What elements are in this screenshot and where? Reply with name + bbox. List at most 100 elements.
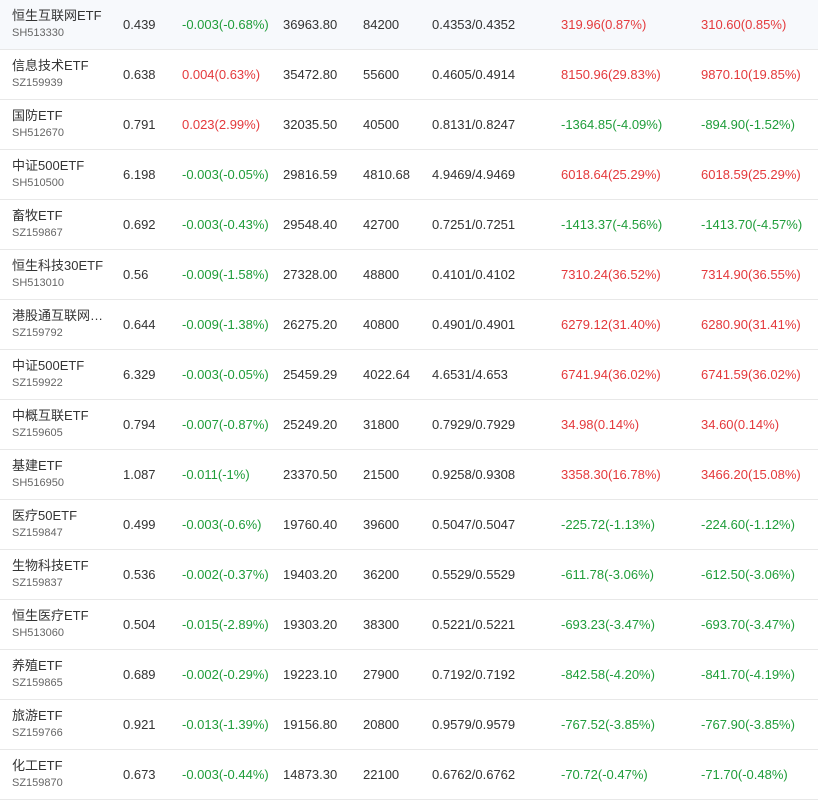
table-row[interactable]: 中概互联ETF SZ159605 0.794 -0.007(-0.87%) 25… [0, 400, 818, 450]
bid-ask-price: 0.4353/0.4352 [432, 17, 516, 32]
bid-ask-price: 0.9258/0.9308 [432, 467, 516, 482]
table-row[interactable]: 化工ETF SZ159870 0.673 -0.003(-0.44%) 1487… [0, 750, 818, 800]
share-change-1: 3358.30(16.78%) [561, 467, 661, 482]
table-row[interactable]: 中证500ETF SZ159922 6.329 -0.003(-0.05%) 2… [0, 350, 818, 400]
latest-price: 6.198 [123, 167, 156, 182]
fund-name-link[interactable]: 中证500ETF [12, 157, 112, 174]
table-row[interactable]: 国防ETF SH512670 0.791 0.023(2.99%) 32035.… [0, 100, 818, 150]
fund-code: SZ159605 [12, 427, 63, 439]
latest-price: 0.689 [123, 667, 156, 682]
price-change: -0.003(-0.6%) [182, 517, 262, 532]
fund-code: SH513010 [12, 277, 64, 289]
turnover-amount: 35472.80 [283, 67, 338, 82]
table-row[interactable]: 医疗50ETF SZ159847 0.499 -0.003(-0.6%) 197… [0, 500, 818, 550]
share-change-2: 6018.59(25.29%) [701, 167, 801, 182]
share-change-2: 34.60(0.14%) [701, 417, 780, 432]
turnover-amount: 27328.00 [283, 267, 338, 282]
latest-price: 0.692 [123, 217, 156, 232]
share-change-2: -71.70(-0.48%) [701, 767, 788, 782]
fund-name-link[interactable]: 恒生科技30ETF [12, 257, 112, 274]
turnover-amount: 19303.20 [283, 617, 338, 632]
share-change-2: -841.70(-4.19%) [701, 667, 795, 682]
fund-name-link[interactable]: 养殖ETF [12, 657, 112, 674]
table-row[interactable]: 中证500ETF SH510500 6.198 -0.003(-0.05%) 2… [0, 150, 818, 200]
share-change-1: -767.52(-3.85%) [561, 717, 655, 732]
bid-ask-price: 0.6762/0.6762 [432, 767, 516, 782]
latest-price: 0.504 [123, 617, 156, 632]
fund-name-link[interactable]: 港股通互联网… [12, 307, 112, 324]
share-volume: 21500 [363, 467, 400, 482]
fund-name-cell: 中证500ETF SZ159922 [12, 357, 112, 391]
fund-name-cell: 中概互联ETF SZ159605 [12, 407, 112, 441]
price-change: -0.003(-0.05%) [182, 167, 269, 182]
fund-name-link[interactable]: 畜牧ETF [12, 207, 112, 224]
fund-name-link[interactable]: 旅游ETF [12, 707, 112, 724]
share-change-2: -224.60(-1.12%) [701, 517, 795, 532]
fund-name-link[interactable]: 恒生互联网ETF [12, 7, 112, 24]
fund-name-cell: 恒生互联网ETF SH513330 [12, 7, 112, 41]
fund-name-link[interactable]: 生物科技ETF [12, 557, 112, 574]
fund-name-link[interactable]: 中概互联ETF [12, 407, 112, 424]
fund-name-link[interactable]: 医疗50ETF [12, 507, 112, 524]
latest-price: 0.673 [123, 767, 156, 782]
fund-code: SZ159939 [12, 77, 63, 89]
price-change: -0.013(-1.39%) [182, 717, 269, 732]
fund-name-cell: 中证500ETF SH510500 [12, 157, 112, 191]
share-change-1: -1364.85(-4.09%) [561, 117, 663, 132]
fund-name-cell: 化工ETF SZ159870 [12, 757, 112, 791]
bid-ask-price: 0.5529/0.5529 [432, 567, 516, 582]
fund-code: SH516950 [12, 477, 64, 489]
table-row[interactable]: 恒生互联网ETF SH513330 0.439 -0.003(-0.68%) 3… [0, 0, 818, 50]
fund-name-cell: 国防ETF SH512670 [12, 107, 112, 141]
latest-price: 0.499 [123, 517, 156, 532]
fund-code: SZ159837 [12, 577, 63, 589]
latest-price: 0.921 [123, 717, 156, 732]
fund-name-link[interactable]: 恒生医疗ETF [12, 607, 112, 624]
share-change-2: -767.90(-3.85%) [701, 717, 795, 732]
price-change: 0.023(2.99%) [182, 117, 261, 132]
turnover-amount: 36963.80 [283, 17, 338, 32]
share-change-1: 6018.64(25.29%) [561, 167, 661, 182]
table-row[interactable]: 基建ETF SH516950 1.087 -0.011(-1%) 23370.5… [0, 450, 818, 500]
table-row[interactable]: 港股通互联网… SZ159792 0.644 -0.009(-1.38%) 26… [0, 300, 818, 350]
bid-ask-price: 4.6531/4.653 [432, 367, 508, 382]
fund-name-link[interactable]: 基建ETF [12, 457, 112, 474]
share-volume: 20800 [363, 717, 400, 732]
fund-code: SH513330 [12, 27, 64, 39]
bid-ask-price: 0.7192/0.7192 [432, 667, 516, 682]
table-row[interactable]: 畜牧ETF SZ159867 0.692 -0.003(-0.43%) 2954… [0, 200, 818, 250]
fund-name-link[interactable]: 中证500ETF [12, 357, 112, 374]
share-volume: 84200 [363, 17, 400, 32]
fund-name-cell: 信息技术ETF SZ159939 [12, 57, 112, 91]
share-change-2: -693.70(-3.47%) [701, 617, 795, 632]
fund-name-link[interactable]: 化工ETF [12, 757, 112, 774]
turnover-amount: 23370.50 [283, 467, 338, 482]
fund-code: SZ159766 [12, 727, 63, 739]
table-row[interactable]: 恒生科技30ETF SH513010 0.56 -0.009(-1.58%) 2… [0, 250, 818, 300]
share-change-1: -693.23(-3.47%) [561, 617, 655, 632]
share-volume: 36200 [363, 567, 400, 582]
table-row[interactable]: 信息技术ETF SZ159939 0.638 0.004(0.63%) 3547… [0, 50, 818, 100]
fund-code: SH510500 [12, 177, 64, 189]
price-change: -0.015(-2.89%) [182, 617, 269, 632]
share-change-1: 34.98(0.14%) [561, 417, 640, 432]
table-row[interactable]: 旅游ETF SZ159766 0.921 -0.013(-1.39%) 1915… [0, 700, 818, 750]
table-row[interactable]: 恒生医疗ETF SH513060 0.504 -0.015(-2.89%) 19… [0, 600, 818, 650]
share-change-1: -611.78(-3.06%) [561, 567, 654, 582]
bid-ask-price: 0.8131/0.8247 [432, 117, 516, 132]
bid-ask-price: 0.5047/0.5047 [432, 517, 516, 532]
price-change: -0.011(-1%) [182, 467, 250, 482]
fund-name-link[interactable]: 国防ETF [12, 107, 112, 124]
fund-name-link[interactable]: 信息技术ETF [12, 57, 112, 74]
fund-name-cell: 恒生医疗ETF SH513060 [12, 607, 112, 641]
share-change-2: 3466.20(15.08%) [701, 467, 801, 482]
bid-ask-price: 0.7251/0.7251 [432, 217, 516, 232]
price-change: -0.003(-0.05%) [182, 367, 269, 382]
share-volume: 42700 [363, 217, 400, 232]
etf-table: 恒生互联网ETF SH513330 0.439 -0.003(-0.68%) 3… [0, 0, 818, 800]
table-row[interactable]: 生物科技ETF SZ159837 0.536 -0.002(-0.37%) 19… [0, 550, 818, 600]
table-row[interactable]: 养殖ETF SZ159865 0.689 -0.002(-0.29%) 1922… [0, 650, 818, 700]
share-volume: 4022.64 [363, 367, 410, 382]
share-change-2: 310.60(0.85%) [701, 17, 787, 32]
turnover-amount: 14873.30 [283, 767, 338, 782]
